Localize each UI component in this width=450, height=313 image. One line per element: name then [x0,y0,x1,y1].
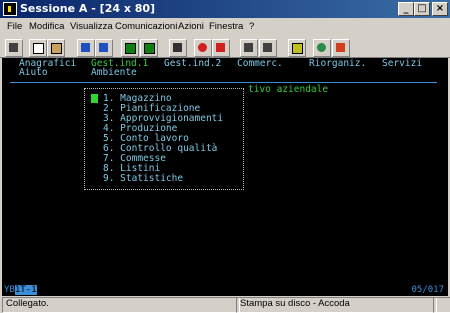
cursor [91,94,98,103]
popup-title: tivo aziendale [248,84,329,95]
separator-line [10,82,437,83]
menu-finestra[interactable]: Finestra [209,21,243,32]
print-status: Stampa su disco - Accoda [236,297,437,313]
receive-file-button[interactable] [95,39,113,57]
menu-bar: File Modifica Visualizza Comunicazioni A… [0,18,450,36]
display-icon [125,43,136,54]
clipboard-icon [292,43,303,54]
menu-azioni[interactable]: Azioni [178,21,204,32]
play2-button[interactable] [259,39,277,57]
send-file-button[interactable] [77,39,95,57]
macro-button[interactable] [169,39,187,57]
maximize-button[interactable]: □ [414,2,430,16]
title-bar[interactable]: Sessione A - [24 x 80] _ □ × [0,0,450,18]
menu-file[interactable]: File [7,21,22,32]
close-button[interactable]: × [432,2,448,16]
connection-status: Collegato. [2,297,240,313]
receive-icon [99,43,108,52]
record-button[interactable] [194,39,212,57]
menu-commerc[interactable]: Commerc. [237,58,283,69]
menu-help[interactable]: ? [249,21,254,32]
stop-icon [216,43,225,52]
status-bar: Collegato. Stampa su disco - Accoda [0,296,450,313]
operator-info-b: 1T-1 [14,285,37,295]
menu-aiuto[interactable]: Aiuto [19,67,48,78]
globe-icon [317,43,326,52]
resize-grip[interactable] [433,297,450,313]
paste-icon [51,43,62,54]
operator-info: YB1T-1 [4,284,37,296]
key-icon [336,43,345,52]
menu-visualizza[interactable]: Visualizza [70,21,113,32]
copy-icon [33,43,44,54]
macro-icon [173,43,182,52]
cursor-position: 05/017 [411,285,444,295]
clipboard-button[interactable] [288,39,306,57]
display-button[interactable] [121,39,139,57]
toolbar [0,36,450,58]
menu-modifica[interactable]: Modifica [29,21,64,32]
menu-gest-ind-2[interactable]: Gest.ind.2 [164,58,221,69]
play2-icon [263,43,272,52]
terminal-status-row: YB1T-1 05/017 [2,284,448,296]
display2-button[interactable] [140,39,158,57]
menu-ambiente[interactable]: Ambiente [91,67,137,78]
app-icon[interactable] [3,2,17,16]
option-statistiche[interactable]: 9. Statistiche [103,173,183,184]
paste-button[interactable] [47,39,65,57]
send-icon [81,43,90,52]
display2-icon [144,43,155,54]
terminal-screen[interactable]: Anagrafici Gest.ind.1 Gest.ind.2 Commerc… [2,58,448,284]
minimize-button[interactable]: _ [398,2,414,16]
globe-button[interactable] [313,39,331,57]
window-title: Sessione A - [24 x 80] [20,2,156,15]
key-button[interactable] [332,39,350,57]
copy-button[interactable] [29,39,47,57]
menu-comunicazioni[interactable]: Comunicazioni [115,21,177,32]
operator-info-a: YB [4,285,15,295]
print-button[interactable] [5,39,23,57]
play-icon [244,43,253,52]
play-button[interactable] [240,39,258,57]
record-icon [198,43,207,52]
stop-button[interactable] [212,39,230,57]
menu-riorganiz[interactable]: Riorganiz. [309,58,366,69]
print-icon [9,43,18,52]
menu-servizi[interactable]: Servizi [382,58,422,69]
